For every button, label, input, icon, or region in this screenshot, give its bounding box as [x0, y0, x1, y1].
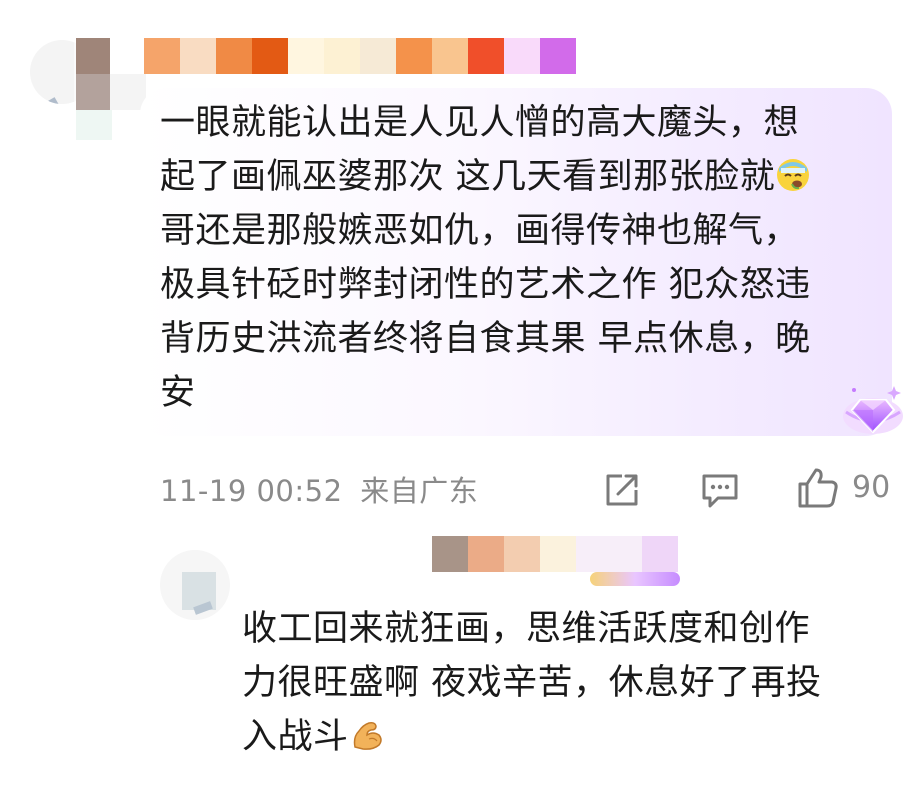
- commenter-avatar-mosaic: [76, 38, 112, 140]
- gem-badge-icon: [843, 386, 903, 434]
- comment-line-5: 背历史洪流者终将自食其果 早点休息，晚: [160, 319, 811, 359]
- reply-line-2: 力很旺盛啊 夜戏辛苦，休息好了再投: [242, 663, 822, 703]
- replier-username-pixelated[interactable]: [432, 536, 678, 572]
- replier-avatar[interactable]: [160, 550, 230, 620]
- comment-meta: 11-19 00:52 来自广东: [160, 468, 478, 510]
- share-icon[interactable]: [602, 470, 642, 510]
- reply-line-1: 收工回来就狂画，思维活跃度和创作: [242, 609, 811, 649]
- like-icon[interactable]: [796, 466, 840, 510]
- replier-badge-pixelated: [590, 572, 680, 586]
- reply-line-3: 入战斗: [242, 717, 349, 757]
- reply-text: 收工回来就狂画，思维活跃度和创作 力很旺盛啊 夜戏辛苦，休息好了再投 入战斗: [242, 602, 892, 764]
- commenter-username-pixelated[interactable]: [110, 38, 576, 74]
- comment-icon[interactable]: [700, 470, 740, 510]
- nauseated-face-icon: [777, 159, 810, 191]
- like-count: 90: [852, 470, 891, 505]
- comment-line-3: 哥还是那般嫉恶如仇，画得传神也解气，: [160, 211, 800, 251]
- comment-line-6: 安: [160, 373, 196, 413]
- comment-text: 一眼就能认出是人见人憎的高大魔头，想 起了画佩巫婆那次 这几天看到那张脸就 哥还…: [160, 96, 880, 420]
- comment-line-4: 极具针砭时弊封闭性的艺术之作 犯众怒违: [160, 265, 811, 305]
- flexed-biceps-icon: [353, 722, 382, 750]
- comment-line-1: 一眼就能认出是人见人憎的高大魔头，想: [160, 103, 800, 143]
- comment-timestamp: 11-19 00:52: [160, 474, 343, 508]
- comment-line-2: 起了画佩巫婆那次 这几天看到那张脸就: [160, 157, 776, 197]
- comment-location: 来自广东: [360, 474, 479, 508]
